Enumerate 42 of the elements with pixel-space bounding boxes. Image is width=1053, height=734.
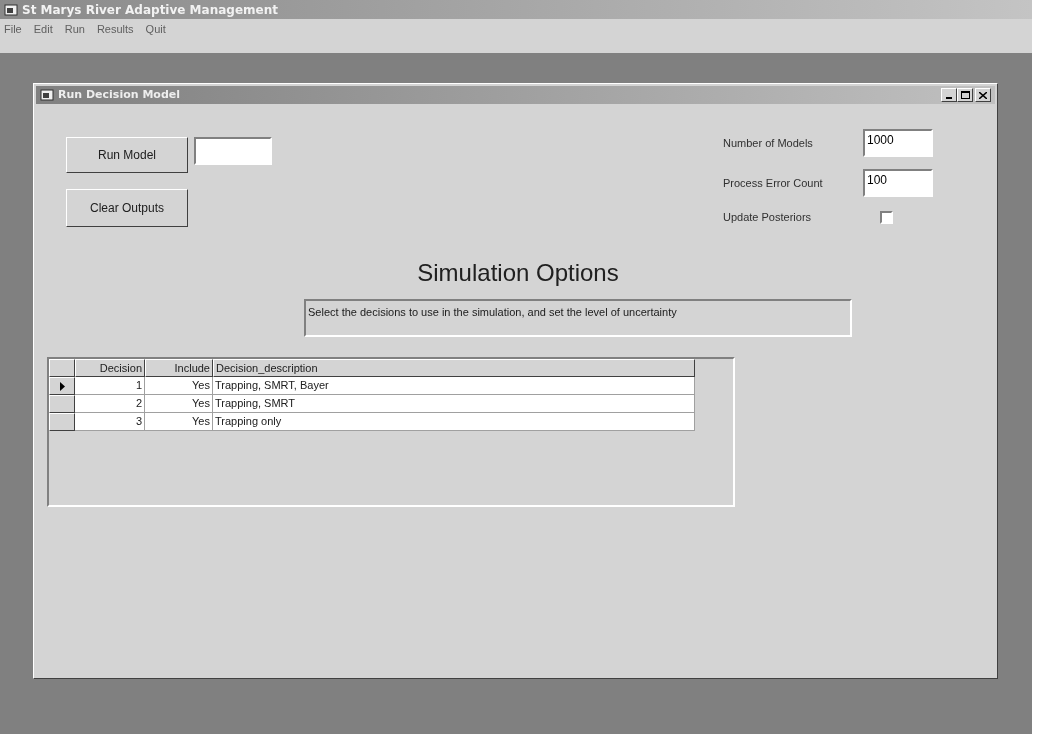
menu-item[interactable]: Results <box>96 20 134 38</box>
menu-item[interactable]: Run <box>64 20 85 38</box>
table-cell: 1 <box>75 377 145 395</box>
close-icon <box>979 91 987 99</box>
app-icon <box>40 89 54 101</box>
close-button[interactable] <box>975 88 991 102</box>
minimize-icon <box>946 97 952 99</box>
current-row-icon <box>59 381 65 391</box>
row-selector[interactable] <box>49 413 75 431</box>
table-cell: 2 <box>75 395 145 413</box>
number-field[interactable]: 100 <box>863 169 933 197</box>
menu-item[interactable]: Edit <box>33 20 53 38</box>
table-cell: 3 <box>75 413 145 431</box>
description-box: Select the decisions to use in the simulation, and set the level of uncertainty <box>304 299 852 337</box>
window-title: St Marys River Adaptive Management <box>22 1 278 19</box>
table-cell: Yes <box>145 395 213 413</box>
minimize-button[interactable] <box>941 88 957 102</box>
clear-outputs-button[interactable]: Clear Outputs <box>66 189 188 227</box>
app-icon <box>4 3 18 16</box>
menu-item[interactable]: File <box>4 20 22 38</box>
column-header[interactable]: Include <box>145 359 213 377</box>
row-selector[interactable] <box>49 377 75 395</box>
table-cell: Trapping, SMRT, Bayer <box>213 377 695 395</box>
row-selector[interactable] <box>49 395 75 413</box>
setting-label: Update Posteriors <box>723 210 813 225</box>
maximize-icon <box>960 91 970 99</box>
table-cell: Trapping, SMRT <box>213 395 695 413</box>
number-field[interactable]: 1000 <box>863 129 933 157</box>
table-cell: Yes <box>145 377 213 395</box>
column-header[interactable]: Decision_description <box>213 359 695 377</box>
column-header[interactable]: Decision <box>75 359 145 377</box>
setting-label: Number of Models <box>723 135 814 151</box>
checkbox[interactable] <box>880 210 893 224</box>
child-window-title: Run Decision Model <box>58 86 181 103</box>
input-field[interactable] <box>194 137 272 165</box>
setting-label: Process Error Count <box>723 175 824 191</box>
table-cell: Trapping only <box>213 413 695 431</box>
table-cell: Yes <box>145 413 213 431</box>
maximize-button[interactable] <box>957 88 973 102</box>
menu-item[interactable]: Quit <box>145 20 166 38</box>
section-heading: Simulation Options <box>417 258 619 288</box>
run-model-button[interactable]: Run Model <box>66 137 188 173</box>
